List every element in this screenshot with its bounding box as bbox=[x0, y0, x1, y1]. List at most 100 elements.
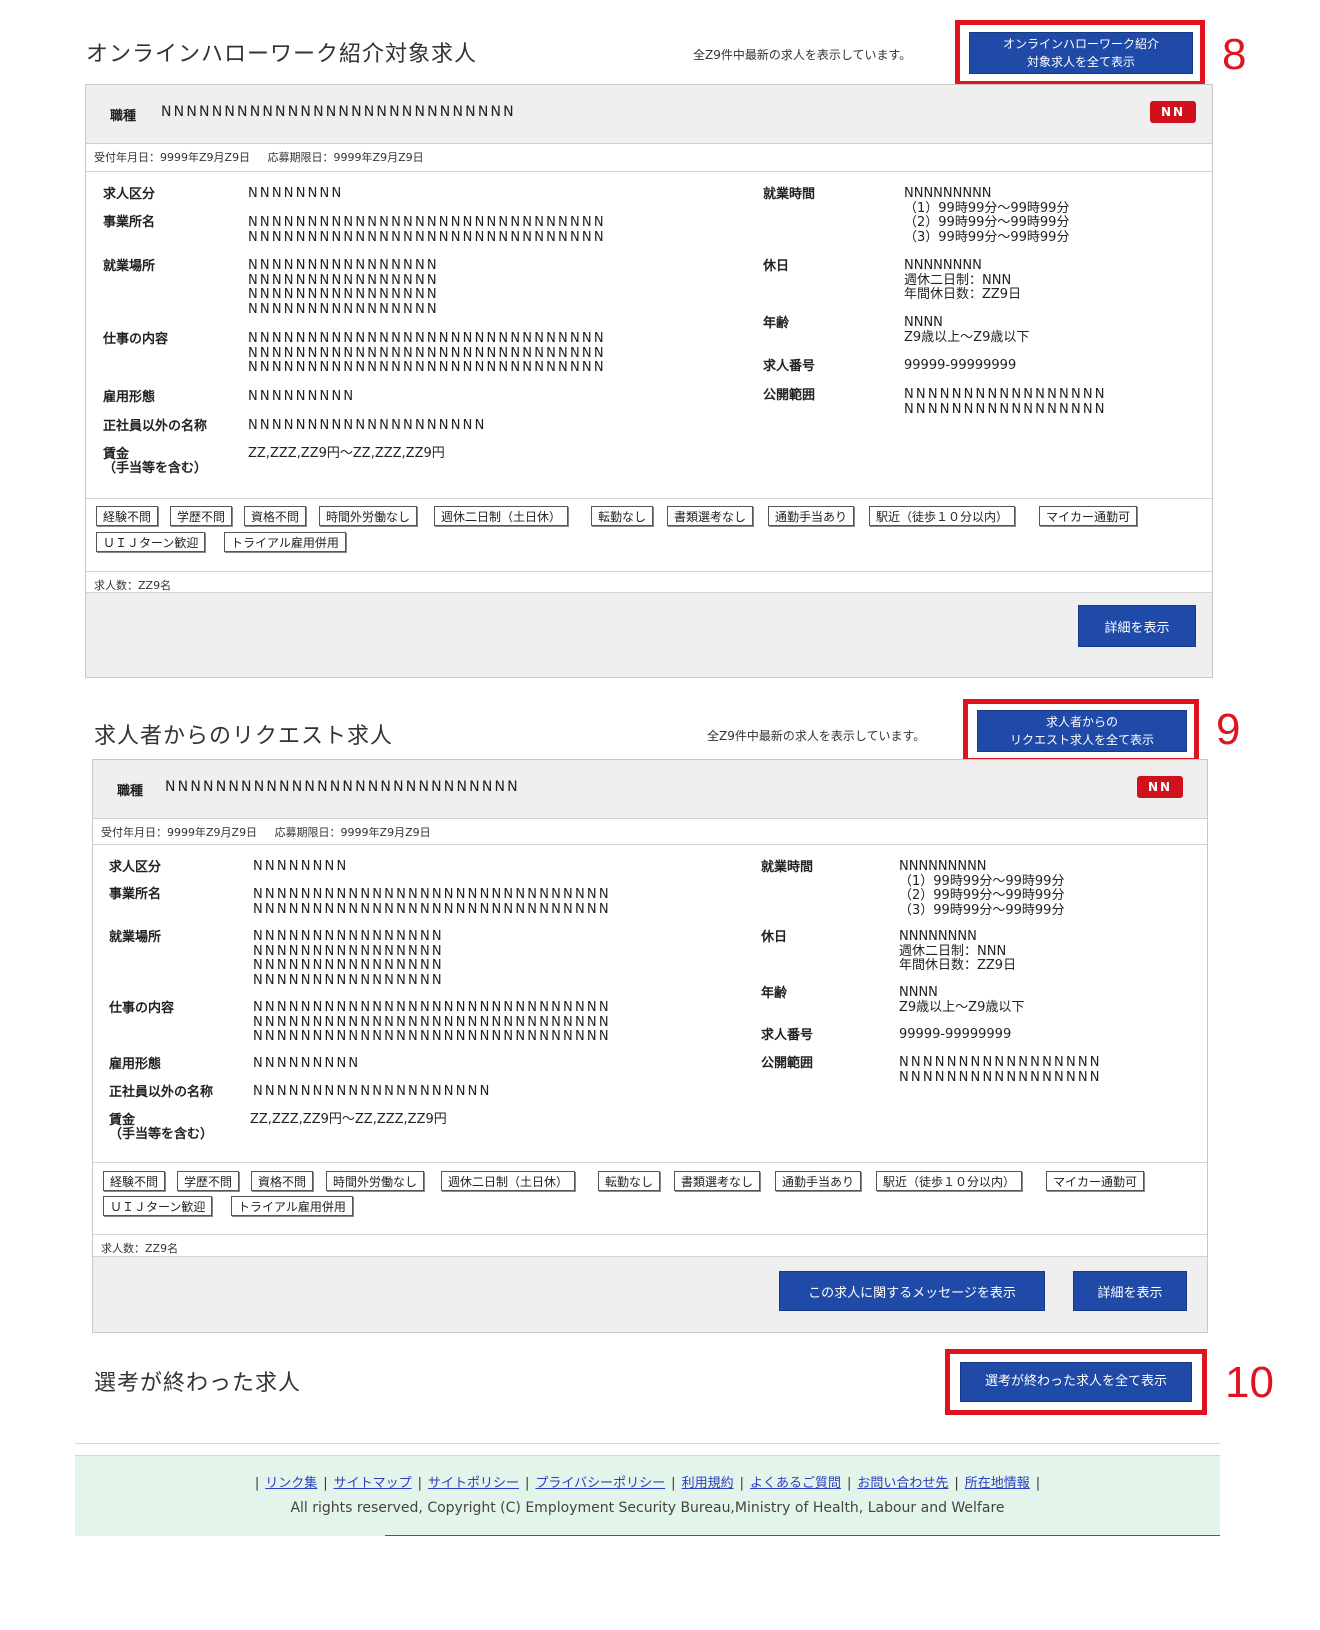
annotation-number: 9 bbox=[1216, 705, 1241, 754]
feature-tag: 転勤なし bbox=[591, 506, 654, 526]
footer-divider bbox=[75, 1443, 1220, 1444]
feature-tag: トライアル雇用併用 bbox=[224, 532, 346, 552]
feature-tag: 駅近（徒歩１０分以内） bbox=[869, 506, 1016, 526]
label-company: 事業所名 bbox=[103, 215, 156, 230]
label-job-number: 求人番号 bbox=[763, 359, 816, 374]
annotation-number: 10 bbox=[1225, 1358, 1274, 1407]
status-badge: NN bbox=[1150, 101, 1196, 123]
label-category: 求人区分 bbox=[109, 860, 162, 875]
label-workplace: 就業場所 bbox=[103, 259, 156, 274]
value-job-content: NNNNNNNNNNNNNNNNNNNNNNNNNNNNNN NNNNNNNNN… bbox=[253, 1000, 611, 1044]
feature-tag: 学歴不問 bbox=[170, 506, 233, 526]
label-wage: 賃金 （手当等を含む） bbox=[103, 448, 207, 476]
divider bbox=[86, 171, 1212, 172]
feature-tag: 駅近（徒歩１０分以内） bbox=[876, 1171, 1023, 1191]
feature-tag: 通勤手当あり bbox=[775, 1171, 862, 1191]
value-job-content: NNNNNNNNNNNNNNNNNNNNNNNNNNNNNN NNNNNNNNN… bbox=[248, 331, 606, 375]
label-employment-type: 雇用形態 bbox=[103, 390, 156, 405]
card-header: 職種 NNNNNNNNNNNNNNNNNNNNNNNNNNNN NN bbox=[86, 85, 1212, 144]
value-company: NNNNNNNNNNNNNNNNNNNNNNNNNNNNNN NNNNNNNNN… bbox=[253, 887, 611, 917]
openings-count: 求人数：ZZ9名 bbox=[94, 579, 172, 592]
footer-links: | リンク集 | サイトマップ | サイトポリシー | プライバシーポリシー | 利用規約 | よくあ… bbox=[254, 1476, 1041, 1491]
section-title-request-jobs: 求人者からのリクエスト求人 bbox=[94, 724, 394, 749]
divider bbox=[93, 844, 1207, 845]
footer-link-terms[interactable]: 利用規約 bbox=[682, 1476, 734, 1491]
footer-link-faq[interactable]: よくあるご質問 bbox=[750, 1476, 841, 1491]
footer-link-site-policy[interactable]: サイトポリシー bbox=[428, 1476, 519, 1491]
label-job-number: 求人番号 bbox=[761, 1028, 814, 1043]
date-row: 受付年月日：9999年Z9月Z9日 応募期限日：9999年Z9月Z9日 bbox=[101, 824, 445, 840]
label-job-content: 仕事の内容 bbox=[109, 1001, 175, 1016]
value-company: NNNNNNNNNNNNNNNNNNNNNNNNNNNNNN NNNNNNNNN… bbox=[248, 215, 606, 245]
button-label-line2: リクエスト求人を全て表示 bbox=[1009, 733, 1154, 747]
footer-link-contact[interactable]: お問い合わせ先 bbox=[857, 1476, 948, 1491]
button-label-line1: 求人者からの bbox=[1045, 715, 1118, 729]
value-employment-type: NNNNNNNNN bbox=[253, 1056, 361, 1071]
feature-tag: 学歴不問 bbox=[177, 1171, 240, 1191]
feature-tag: 週休二日制（土日休） bbox=[441, 1171, 576, 1191]
label-non-regular-name: 正社員以外の名称 bbox=[103, 419, 208, 434]
label-holidays: 休日 bbox=[763, 259, 790, 274]
value-category: NNNNNNNN bbox=[248, 186, 344, 201]
footer-link-privacy-policy[interactable]: プライバシーポリシー bbox=[535, 1476, 665, 1491]
label-category: 求人区分 bbox=[103, 187, 156, 202]
label-age: 年齢 bbox=[763, 316, 790, 331]
value-workplace: NNNNNNNNNNNNNNNN NNNNNNNNNNNNNNNN NNNNNN… bbox=[253, 929, 444, 988]
show-all-request-jobs-button[interactable]: 求人者からの リクエスト求人を全て表示 bbox=[977, 710, 1187, 752]
label-hours: 就業時間 bbox=[763, 187, 816, 202]
feature-tag: 書類選考なし bbox=[667, 506, 754, 526]
feature-tag: トライアル雇用併用 bbox=[231, 1196, 353, 1216]
openings-count: 求人数：ZZ9名 bbox=[101, 1242, 179, 1255]
value-hours: NNNNNNNNN （1）99時99分～99時99分 （2）99時99分～99時… bbox=[904, 186, 1070, 245]
feature-tag: 書類選考なし bbox=[674, 1171, 761, 1191]
received-date: 受付年月日：9999年Z9月Z9日 bbox=[94, 151, 251, 164]
showing-note: 全Z9件中最新の求人を表示しています。 bbox=[707, 729, 926, 743]
footer-link-location[interactable]: 所在地情報 bbox=[965, 1476, 1030, 1491]
value-job-number: 99999-99999999 bbox=[899, 1027, 1012, 1042]
label-disclosure: 公開範囲 bbox=[761, 1056, 814, 1071]
footer-link-sitemap[interactable]: サイトマップ bbox=[334, 1476, 412, 1491]
label-non-regular-name: 正社員以外の名称 bbox=[109, 1085, 214, 1100]
value-wage: ZZ,ZZZ,ZZ9円～ZZ,ZZZ,ZZ9円 bbox=[250, 1112, 447, 1127]
application-deadline: 応募期限日：9999年Z9月Z9日 bbox=[274, 826, 431, 839]
footer-link-links[interactable]: リンク集 bbox=[265, 1476, 317, 1491]
value-workplace: NNNNNNNNNNNNNNNN NNNNNNNNNNNNNNNN NNNNNN… bbox=[248, 258, 439, 317]
value-age: NNNN Z9歳以上～Z9歳以下 bbox=[899, 985, 1025, 1015]
value-holidays: NNNNNNNN 週休二日制：NNN 年間休日数：ZZ9日 bbox=[899, 929, 1017, 973]
occupation-value: NNNNNNNNNNNNNNNNNNNNNNNNNNNN bbox=[161, 104, 516, 120]
feature-tag: 転勤なし bbox=[598, 1171, 661, 1191]
divider bbox=[93, 1234, 1207, 1235]
feature-tag: 時間外労働なし bbox=[326, 1171, 425, 1191]
card-header: 職種 NNNNNNNNNNNNNNNNNNNNNNNNNNNN NN bbox=[93, 760, 1207, 819]
label-company: 事業所名 bbox=[109, 887, 162, 902]
button-label-line2: 対象求人を全て表示 bbox=[1026, 55, 1135, 69]
occupation-value: NNNNNNNNNNNNNNNNNNNNNNNNNNNN bbox=[165, 779, 520, 795]
show-all-closed-jobs-button[interactable]: 選考が終わった求人を全て表示 bbox=[960, 1362, 1192, 1402]
feature-tag: マイカー通勤可 bbox=[1046, 1171, 1145, 1191]
value-non-regular-name: NNNNNNNNNNNNNNNNNNNN bbox=[248, 418, 487, 433]
annotation-number: 8 bbox=[1222, 30, 1247, 79]
label-wage-line2: （手当等を含む） bbox=[109, 1127, 214, 1142]
value-employment-type: NNNNNNNNN bbox=[248, 389, 356, 404]
feature-tag: 時間外労働なし bbox=[319, 506, 418, 526]
feature-tag: ＵＩＪターン歓迎 bbox=[103, 1196, 213, 1216]
received-date: 受付年月日：9999年Z9月Z9日 bbox=[101, 826, 258, 839]
feature-tag: 経験不問 bbox=[96, 506, 159, 526]
job-card: 職種 NNNNNNNNNNNNNNNNNNNNNNNNNNNN NN 受付年月日… bbox=[85, 84, 1213, 678]
detail-button[interactable]: 詳細を表示 bbox=[1073, 1271, 1187, 1311]
date-row: 受付年月日：9999年Z9月Z9日 応募期限日：9999年Z9月Z9日 bbox=[94, 149, 438, 165]
card-footer: この求人に関するメッセージを表示 詳細を表示 bbox=[93, 1256, 1207, 1332]
showing-note: 全Z9件中最新の求人を表示しています。 bbox=[693, 48, 912, 62]
detail-button[interactable]: 詳細を表示 bbox=[1078, 605, 1196, 647]
occupation-label: 職種 bbox=[110, 109, 137, 124]
view-messages-button[interactable]: この求人に関するメッセージを表示 bbox=[779, 1271, 1045, 1311]
value-non-regular-name: NNNNNNNNNNNNNNNNNNNN bbox=[253, 1084, 492, 1099]
section-title-online-referral: オンラインハローワーク紹介対象求人 bbox=[86, 42, 478, 67]
divider bbox=[86, 498, 1212, 499]
value-job-number: 99999-99999999 bbox=[904, 358, 1017, 373]
show-all-online-referral-button[interactable]: オンラインハローワーク紹介 対象求人を全て表示 bbox=[969, 32, 1193, 74]
label-holidays: 休日 bbox=[761, 930, 788, 945]
copyright: All rights reserved, Copyright (C) Emplo… bbox=[290, 1500, 1005, 1516]
status-badge: NN bbox=[1137, 776, 1183, 798]
job-card: 職種 NNNNNNNNNNNNNNNNNNNNNNNNNNNN NN 受付年月日… bbox=[92, 759, 1208, 1333]
